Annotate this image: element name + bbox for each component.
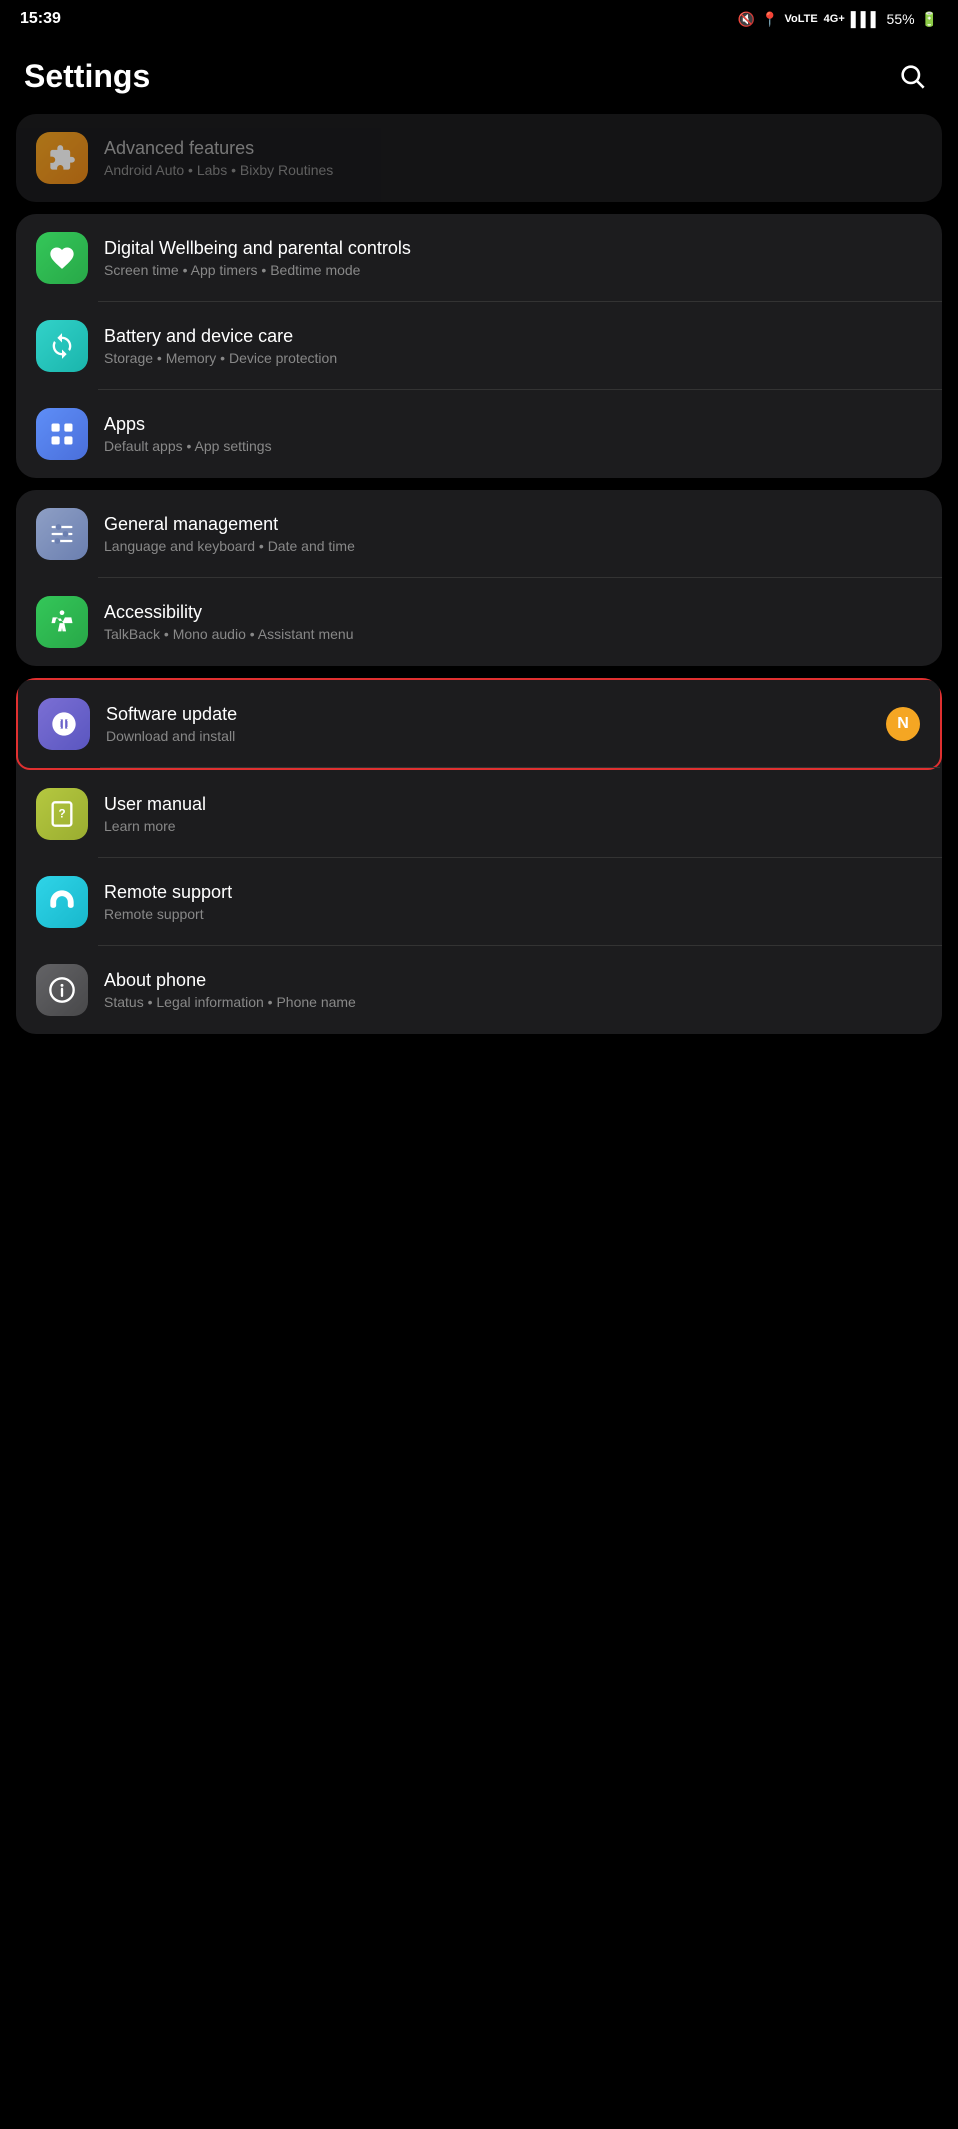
software-update-item[interactable]: Software update Download and install N: [16, 678, 942, 770]
accessibility-item[interactable]: Accessibility TalkBack • Mono audio • As…: [16, 578, 942, 666]
search-button[interactable]: [890, 54, 934, 98]
group-3: Software update Download and install N ?…: [16, 678, 942, 1034]
advanced-features-group: Advanced features Android Auto • Labs • …: [16, 114, 942, 202]
general-management-item[interactable]: General management Language and keyboard…: [16, 490, 942, 578]
accessibility-icon: [36, 596, 88, 648]
status-bar: 15:39 🔇 📍 VoLTE 4G+ ▌▌▌ 55% 🔋: [0, 0, 958, 34]
user-manual-icon: ?: [36, 788, 88, 840]
search-icon: [898, 62, 926, 90]
headset-icon: [48, 888, 76, 916]
update-icon: [50, 710, 78, 738]
remote-support-text: Remote support Remote support: [104, 882, 922, 922]
volte-indicator: VoLTE: [784, 13, 817, 25]
apps-text: Apps Default apps • App settings: [104, 414, 922, 454]
advanced-features-item[interactable]: Advanced features Android Auto • Labs • …: [16, 114, 942, 202]
battery-care-title: Battery and device care: [104, 326, 922, 347]
battery-text: 55%: [887, 11, 915, 27]
accessibility-text: Accessibility TalkBack • Mono audio • As…: [104, 602, 922, 642]
apps-subtitle: Default apps • App settings: [104, 438, 922, 454]
refresh-icon: [48, 332, 76, 360]
digital-wellbeing-subtitle: Screen time • App timers • Bedtime mode: [104, 262, 922, 278]
software-update-icon: [38, 698, 90, 750]
software-update-subtitle: Download and install: [106, 728, 878, 744]
apps-icon: [36, 408, 88, 460]
battery-icon: 🔋: [921, 11, 938, 28]
signal-icon: ▌▌▌: [851, 11, 881, 27]
accessibility-subtitle: TalkBack • Mono audio • Assistant menu: [104, 626, 922, 642]
user-manual-subtitle: Learn more: [104, 818, 922, 834]
remote-support-title: Remote support: [104, 882, 922, 903]
notification-badge: N: [886, 707, 920, 741]
status-right-icons: 🔇 📍 VoLTE 4G+ ▌▌▌ 55% 🔋: [738, 11, 938, 28]
location-icon: 📍: [761, 11, 778, 28]
remote-support-item[interactable]: Remote support Remote support: [16, 858, 942, 946]
network-indicator: 4G+: [824, 13, 845, 25]
digital-wellbeing-title: Digital Wellbeing and parental controls: [104, 238, 922, 259]
puzzle-icon: [48, 144, 76, 172]
advanced-features-subtitle: Android Auto • Labs • Bixby Routines: [104, 162, 922, 178]
about-phone-text: About phone Status • Legal information •…: [104, 970, 922, 1010]
software-update-text: Software update Download and install: [106, 704, 878, 744]
about-phone-icon: [36, 964, 88, 1016]
heart-icon: [48, 244, 76, 272]
grid-icon: [48, 420, 76, 448]
general-management-icon: [36, 508, 88, 560]
advanced-features-title: Advanced features: [104, 138, 922, 159]
digital-wellbeing-icon: [36, 232, 88, 284]
about-phone-title: About phone: [104, 970, 922, 991]
mute-icon: 🔇: [738, 11, 755, 28]
advanced-features-text: Advanced features Android Auto • Labs • …: [104, 138, 922, 178]
general-management-title: General management: [104, 514, 922, 535]
user-manual-title: User manual: [104, 794, 922, 815]
user-manual-text: User manual Learn more: [104, 794, 922, 834]
manual-icon: ?: [48, 800, 76, 828]
apps-title: Apps: [104, 414, 922, 435]
digital-wellbeing-text: Digital Wellbeing and parental controls …: [104, 238, 922, 278]
battery-care-subtitle: Storage • Memory • Device protection: [104, 350, 922, 366]
about-phone-item[interactable]: About phone Status • Legal information •…: [16, 946, 942, 1034]
page-title: Settings: [24, 58, 150, 95]
battery-care-text: Battery and device care Storage • Memory…: [104, 326, 922, 366]
settings-header: Settings: [0, 34, 958, 114]
group-1: Digital Wellbeing and parental controls …: [16, 214, 942, 478]
status-time: 15:39: [20, 10, 61, 28]
remote-support-subtitle: Remote support: [104, 906, 922, 922]
digital-wellbeing-item[interactable]: Digital Wellbeing and parental controls …: [16, 214, 942, 302]
group-2: General management Language and keyboard…: [16, 490, 942, 666]
settings-list: Advanced features Android Auto • Labs • …: [0, 114, 958, 1034]
apps-item[interactable]: Apps Default apps • App settings: [16, 390, 942, 478]
user-manual-item[interactable]: ? User manual Learn more: [16, 770, 942, 858]
sliders-icon: [48, 520, 76, 548]
general-management-subtitle: Language and keyboard • Date and time: [104, 538, 922, 554]
remote-support-icon: [36, 876, 88, 928]
svg-text:?: ?: [58, 808, 65, 821]
about-phone-subtitle: Status • Legal information • Phone name: [104, 994, 922, 1010]
accessibility-title: Accessibility: [104, 602, 922, 623]
info-icon: [48, 976, 76, 1004]
software-update-title: Software update: [106, 704, 878, 725]
advanced-features-icon: [36, 132, 88, 184]
accessibility-person-icon: [48, 608, 76, 636]
battery-care-icon: [36, 320, 88, 372]
general-management-text: General management Language and keyboard…: [104, 514, 922, 554]
battery-device-care-item[interactable]: Battery and device care Storage • Memory…: [16, 302, 942, 390]
